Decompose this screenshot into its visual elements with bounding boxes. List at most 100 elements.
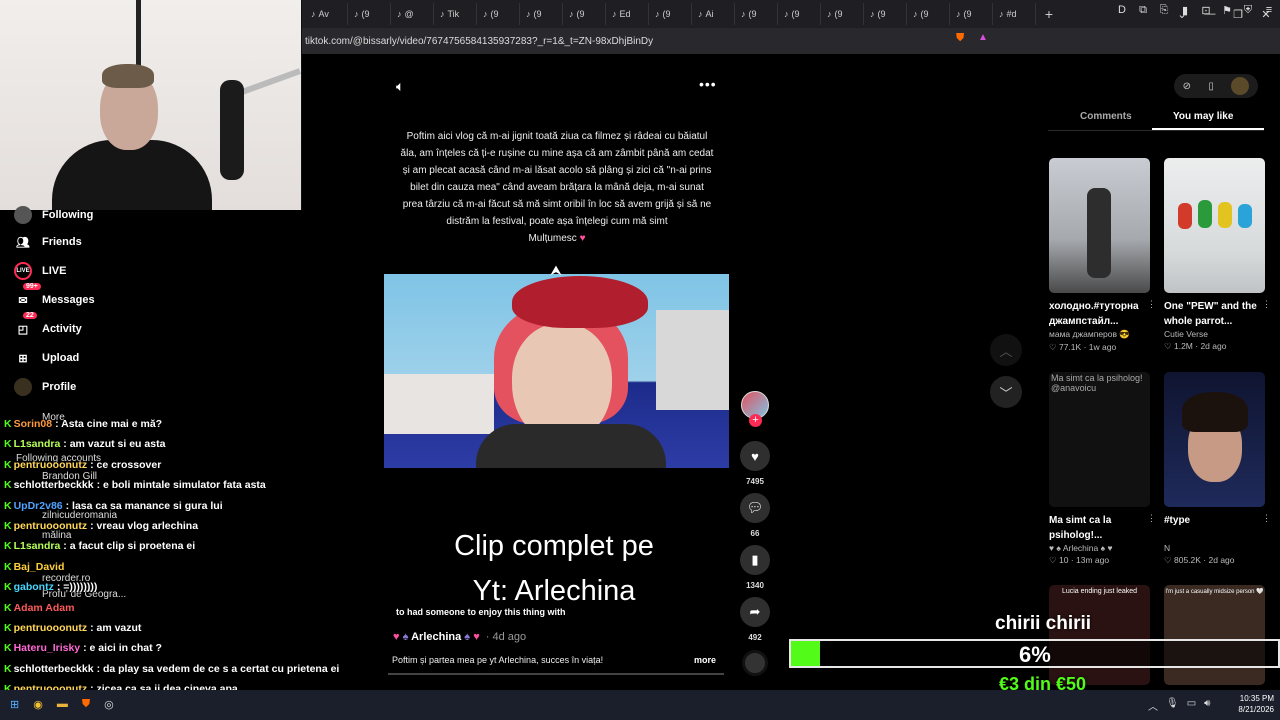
brave-icon[interactable]: ⛊	[82, 698, 90, 711]
kebab-menu-icon[interactable]: ⋮	[1147, 513, 1156, 524]
chat-username[interactable]: UpDr2v86	[14, 500, 63, 512]
extensions-icon[interactable]: ⧉	[1136, 4, 1150, 20]
new-tab-button[interactable]: +	[1036, 6, 1062, 22]
nav-live[interactable]: LIVE LIVE	[14, 262, 66, 280]
volume-icon[interactable]: 🔈︎	[396, 78, 404, 95]
browser-tab[interactable]: ♪ (9	[864, 3, 907, 25]
chrome-icon[interactable]: ◉	[33, 698, 43, 711]
chat-username[interactable]: pentruooonutz	[14, 520, 87, 532]
goal-progress-fill	[791, 641, 821, 666]
nav-profile[interactable]: Profile	[14, 378, 76, 396]
folder-icon[interactable]: ▬	[57, 698, 68, 711]
save-button[interactable]: ▮ 1340	[740, 545, 770, 590]
browser-tab[interactable]: ♪ @	[391, 3, 434, 25]
kebab-menu-icon[interactable]: ⋮	[1262, 299, 1271, 310]
suggested-video-card[interactable]: холодно.#туторна джампстайл... ⋮ мама дж…	[1049, 158, 1156, 353]
previous-video-chevron-up-icon[interactable]: ︿	[990, 334, 1022, 366]
suggested-video-card[interactable]: I'm just a casually midsize person 🤍	[1164, 585, 1265, 685]
tab-title: Ai	[705, 9, 714, 19]
suggested-video-card[interactable]: #type ⋮ N ♡ 805.2K · 2d ago	[1164, 372, 1271, 566]
nav-upload[interactable]: ⊞ Upload	[14, 349, 79, 367]
browser-tab[interactable]: ♪ Av	[305, 3, 348, 25]
browser-tab[interactable]: ♪ (9	[907, 3, 950, 25]
microphone-icon[interactable]: 🎙︎	[1166, 698, 1179, 713]
nav-friends[interactable]: 👥︎ Friends	[14, 233, 82, 251]
browser-tab[interactable]: ♪ (9	[520, 3, 563, 25]
browser-tab[interactable]: ♪ Tik	[434, 3, 477, 25]
video-progress-bar[interactable]	[388, 673, 724, 675]
browser-tab[interactable]: ♪ (9	[348, 3, 391, 25]
compass-icon[interactable]: ⊘	[1183, 81, 1191, 92]
caption-line: prea târziu că m-ai făcut să mă simt ori…	[402, 199, 712, 210]
chat-username[interactable]: Sorin08	[14, 418, 53, 430]
system-clock[interactable]: 10:35 PM 8/21/2026	[1226, 693, 1274, 715]
tab-title: Av	[318, 9, 329, 19]
nav-following[interactable]: Following	[14, 206, 93, 224]
browser-tab[interactable]: ♪ (9	[477, 3, 520, 25]
browser-tab[interactable]: ♪ (9	[649, 3, 692, 25]
share-page-icon[interactable]: ⎘	[1157, 4, 1171, 20]
caption-line: ăla, am înțeles că ți-e rușine cu mine a…	[400, 148, 714, 159]
brave-rewards-icon[interactable]: ▲	[978, 32, 988, 43]
browser-tab[interactable]: ♪ (9	[563, 3, 606, 25]
tab-comments[interactable]: Comments	[1080, 111, 1132, 122]
phone-icon[interactable]: ▯	[1208, 81, 1214, 92]
browser-tab[interactable]: ♪ (9	[778, 3, 821, 25]
url-field[interactable]: tiktok.com/@bissarly/video/7674756584135…	[305, 36, 945, 47]
sidebar-icon[interactable]: ▮	[1178, 4, 1192, 20]
browser-tab[interactable]: ♪ Ai	[692, 3, 735, 25]
tab-title: (9	[662, 9, 671, 19]
like-button[interactable]: ♥ 7495	[740, 441, 770, 486]
next-video-chevron-down-icon[interactable]: ﹀	[990, 376, 1022, 408]
kebab-menu-icon[interactable]: ⋮	[1147, 299, 1156, 310]
browser-tab[interactable]: ♪ (9	[950, 3, 993, 25]
chat-username[interactable]: Adam Adam	[14, 602, 75, 614]
tab-title: Tik	[447, 9, 460, 19]
network-icon[interactable]: ▭	[1187, 698, 1196, 713]
profile-avatar[interactable]	[1231, 77, 1250, 95]
wallet-icon[interactable]: ⊡	[1199, 4, 1213, 20]
suggested-video-card[interactable]: One "PEW" and the whole parrot... ⋮ Cuti…	[1164, 158, 1271, 352]
friends-icon: 👥︎	[16, 236, 30, 249]
chat-username[interactable]: Baj_David	[14, 561, 65, 573]
vpn-shield-icon[interactable]: ⛨	[1241, 4, 1255, 20]
heart-emoji: ♥	[579, 233, 586, 244]
share-button[interactable]: ➦ 492	[740, 597, 770, 642]
suggested-video-card[interactable]: Lucia ending just leaked	[1049, 585, 1150, 685]
chat-username[interactable]: gabontz	[14, 581, 54, 593]
chat-username[interactable]: schlotterbeckkk	[14, 479, 94, 491]
nav-activity[interactable]: ◰ 22 Activity	[14, 312, 82, 338]
suggested-video-card[interactable]: Ma simt ca la psiholog! @anavoicu Ma sim…	[1049, 372, 1156, 566]
follow-plus-icon[interactable]: +	[749, 414, 762, 427]
chat-username[interactable]: schlotterbeckkk	[14, 663, 94, 675]
video-author[interactable]: ♥ ♠ Arlechina ♠ ♥ · 4d ago	[393, 631, 526, 643]
chat-username[interactable]: L1sandra	[14, 438, 61, 450]
music-disc-icon[interactable]	[742, 650, 768, 676]
chat-username[interactable]: Hateru_Irisky	[14, 642, 81, 654]
browser-tab[interactable]: ♪ #d	[993, 3, 1036, 25]
chat-username[interactable]: pentruooonutz	[14, 622, 87, 634]
comment-button[interactable]: 💬︎ 66	[740, 493, 770, 538]
extension-d-icon[interactable]: D	[1115, 4, 1129, 20]
bookmark-flag-icon[interactable]: ⚑	[1220, 4, 1234, 20]
more-link[interactable]: more	[694, 655, 716, 665]
tiktok-favicon-icon: ♪	[913, 9, 918, 19]
chat-username[interactable]: pentruooonutz	[14, 459, 87, 471]
nav-messages[interactable]: ✉ 99+ Messages	[14, 283, 95, 309]
browser-tab[interactable]: ♪ (9	[735, 3, 778, 25]
brave-shield-icon[interactable]: ⛊	[956, 32, 964, 45]
card-ago: 2d ago	[1208, 555, 1235, 565]
tray-chevron-up-icon[interactable]: ︿	[1148, 698, 1158, 713]
kebab-menu-icon[interactable]: ⋮	[1262, 513, 1271, 524]
more-options-icon[interactable]: •••	[699, 76, 717, 92]
start-windows-icon[interactable]: ⊞	[10, 698, 19, 711]
obs-icon[interactable]: ◎	[104, 698, 114, 711]
tab-you-may-like[interactable]: You may like	[1173, 111, 1233, 122]
tiktok-favicon-icon: ♪	[440, 9, 445, 19]
browser-tab[interactable]: ♪ Ed	[606, 3, 649, 25]
chat-username[interactable]: L1sandra	[14, 540, 61, 552]
video-player[interactable]	[384, 274, 729, 468]
browser-tab[interactable]: ♪ (9	[821, 3, 864, 25]
volume-tray-icon[interactable]: 🔊︎	[1204, 698, 1210, 713]
menu-icon[interactable]: ≡	[1262, 4, 1276, 20]
